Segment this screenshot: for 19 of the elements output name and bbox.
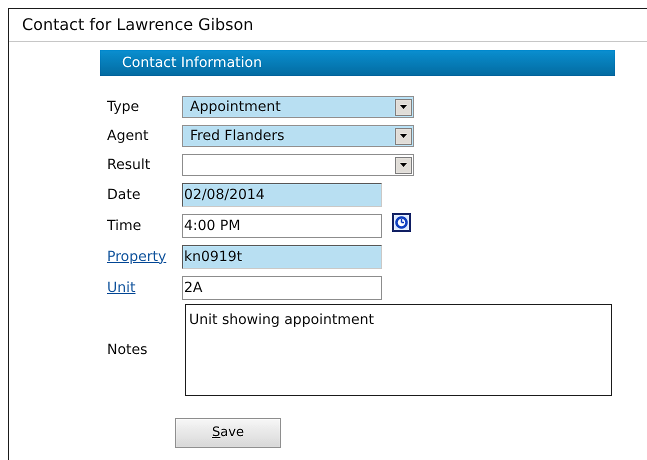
input-field[interactable]: 4:00 PM: [182, 214, 382, 238]
dropdown[interactable]: Fred Flanders: [182, 125, 414, 147]
field-label: Date: [107, 186, 142, 204]
clock-icon[interactable]: [392, 212, 411, 232]
field-label: Time: [107, 216, 142, 236]
notes-field[interactable]: Unit showing appointment: [185, 304, 612, 396]
field-link[interactable]: Unit: [107, 278, 182, 298]
field-link[interactable]: Property: [107, 246, 182, 268]
field-label: Notes: [107, 340, 148, 360]
save-button[interactable]: Save: [175, 418, 281, 448]
dropdown[interactable]: Appointment: [182, 96, 414, 118]
input-field[interactable]: 2A: [182, 276, 382, 300]
field-label: Agent: [107, 126, 150, 146]
page-title: Contact for Lawrence Gibson: [22, 14, 254, 36]
input-field[interactable]: 02/08/2014: [182, 183, 382, 207]
section-header: Contact Information: [100, 50, 615, 76]
input-field[interactable]: kn0919t: [182, 245, 382, 269]
field-label: Result: [107, 156, 152, 174]
field-label: Type: [107, 98, 140, 116]
